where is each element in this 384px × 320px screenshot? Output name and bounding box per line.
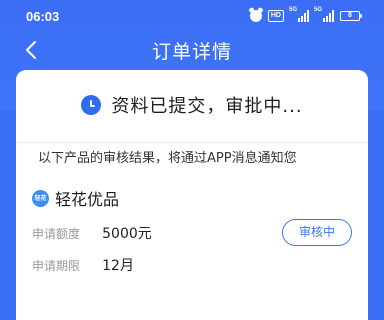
alarm-icon xyxy=(249,10,262,22)
status-bar: 06:03 HD 5G 5G 8 xyxy=(0,0,384,30)
status-time: 06:03 xyxy=(26,9,60,24)
product-header: 轻花 轻花优品 xyxy=(32,186,119,210)
status-text: 资料已提交，审批中... xyxy=(111,96,303,117)
hd-badge: HD xyxy=(267,10,284,22)
amount-value: 5000元 xyxy=(102,226,152,242)
signal-icon: 5G xyxy=(289,7,309,22)
clock-icon xyxy=(81,95,102,115)
status-icons: HD 5G 5G 8 xyxy=(249,7,362,24)
notice-text: 以下产品的审核结果，将通过APP消息通知您 xyxy=(38,151,297,166)
nav-bar: 订单详情 xyxy=(0,30,384,70)
product-logo-icon: 轻花 xyxy=(32,189,49,207)
amount-label: 申请额度 xyxy=(32,227,81,241)
product-name: 轻花优品 xyxy=(55,190,120,209)
term-row: 申请期限 12月 xyxy=(32,255,134,275)
term-label: 申请期限 xyxy=(32,259,81,273)
status-section: 资料已提交，审批中... xyxy=(16,70,368,143)
page-title: 订单详情 xyxy=(151,41,232,63)
signal-icon-2: 5G xyxy=(314,7,334,22)
battery-icon: 8 xyxy=(340,11,362,21)
order-card: 资料已提交，审批中... 以下产品的审核结果，将通过APP消息通知您 轻花 轻花… xyxy=(16,70,368,320)
term-value: 12月 xyxy=(102,258,134,274)
status-line: 资料已提交，审批中... xyxy=(16,92,368,118)
review-status-button[interactable]: 审核中 xyxy=(282,219,352,246)
amount-row: 申请额度 5000元 xyxy=(32,223,152,243)
